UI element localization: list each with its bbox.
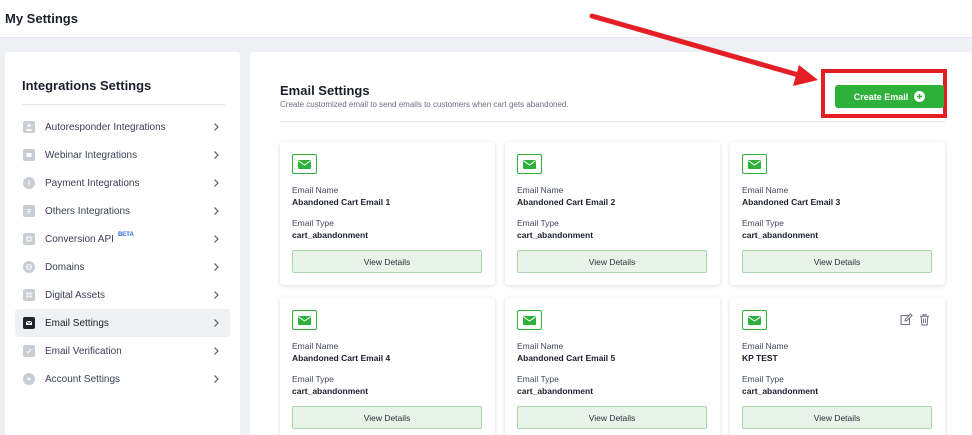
sidebar-item-email-verification[interactable]: Email Verification xyxy=(15,337,230,365)
view-details-button[interactable]: View Details xyxy=(292,250,482,273)
email-name-label: Email Name xyxy=(742,341,789,351)
sidebar-item-label: Email Settings xyxy=(45,317,109,329)
section-title: Email Settings xyxy=(280,83,370,98)
email-type-value: cart_abandonment xyxy=(292,386,369,396)
plus-circle-icon xyxy=(914,91,926,102)
email-card: Email Name Abandoned Cart Email 4 Email … xyxy=(280,298,495,435)
chevron-right-icon xyxy=(214,235,219,243)
email-name-label: Email Name xyxy=(517,341,564,351)
chevron-right-icon xyxy=(214,179,219,187)
view-details-button[interactable]: View Details xyxy=(742,250,932,273)
payment-icon xyxy=(23,177,35,189)
view-details-button[interactable]: View Details xyxy=(742,406,932,429)
view-details-button[interactable]: View Details xyxy=(292,406,482,429)
email-type-label: Email Type xyxy=(292,218,334,228)
sidebar-item-label: Autoresponder Integrations xyxy=(45,121,166,133)
email-card: Email Name KP TEST Email Type cart_aband… xyxy=(730,298,945,435)
chevron-right-icon xyxy=(214,347,219,355)
mail-icon xyxy=(742,154,767,174)
email-card: Email Name Abandoned Cart Email 1 Email … xyxy=(280,142,495,285)
verification-icon xyxy=(23,345,35,357)
email-card: Email Name Abandoned Cart Email 2 Email … xyxy=(505,142,720,285)
mail-icon xyxy=(517,154,542,174)
section-subtitle: Create customized email to send emails t… xyxy=(280,100,569,109)
chevron-right-icon xyxy=(214,291,219,299)
mail-icon xyxy=(517,310,542,330)
chevron-right-icon xyxy=(214,123,219,131)
webinar-icon xyxy=(23,149,35,161)
page-title: My Settings xyxy=(5,11,78,26)
email-type-label: Email Type xyxy=(742,218,784,228)
email-type-label: Email Type xyxy=(742,374,784,384)
email-name-label: Email Name xyxy=(517,185,564,195)
assets-icon xyxy=(23,289,35,301)
chevron-right-icon xyxy=(214,375,219,383)
email-type-value: cart_abandonment xyxy=(742,230,819,240)
email-card: Email Name Abandoned Cart Email 5 Email … xyxy=(505,298,720,435)
sidebar-menu: Autoresponder Integrations Webinar Integ… xyxy=(15,113,230,393)
sidebar-item-label: Account Settings xyxy=(45,373,121,385)
chevron-right-icon xyxy=(214,263,219,271)
sidebar-item-autoresponder[interactable]: Autoresponder Integrations xyxy=(15,113,230,141)
view-details-button[interactable]: View Details xyxy=(517,406,707,429)
sidebar-item-label: Digital Assets xyxy=(45,289,106,301)
mail-icon xyxy=(292,154,317,174)
sidebar-item-conversion-api[interactable]: Conversion API BETA xyxy=(15,225,230,253)
beta-badge: BETA xyxy=(117,232,134,238)
trash-icon[interactable] xyxy=(918,313,931,326)
create-email-label: Create Email xyxy=(853,91,909,102)
chevron-right-icon xyxy=(214,207,219,215)
email-type-value: cart_abandonment xyxy=(292,230,369,240)
sidebar-item-label: Others Integrations xyxy=(45,205,131,217)
email-type-label: Email Type xyxy=(517,218,559,228)
email-name-value: Abandoned Cart Email 3 xyxy=(742,197,841,207)
conversion-icon xyxy=(23,233,35,245)
email-type-label: Email Type xyxy=(292,374,334,384)
email-name-value: Abandoned Cart Email 2 xyxy=(517,197,616,207)
sidebar-item-email-settings[interactable]: Email Settings xyxy=(15,309,230,337)
top-bar: My Settings xyxy=(0,0,972,38)
mail-icon xyxy=(23,317,35,329)
email-name-label: Email Name xyxy=(742,185,789,195)
email-name-value: KP TEST xyxy=(742,353,778,363)
sidebar-item-domains[interactable]: Domains xyxy=(15,253,230,281)
sidebar-divider xyxy=(22,104,225,105)
person-icon xyxy=(23,121,35,133)
sidebar-item-account-settings[interactable]: Account Settings xyxy=(15,365,230,393)
mail-icon xyxy=(292,310,317,330)
sidebar-item-payment[interactable]: Payment Integrations xyxy=(15,169,230,197)
sidebar-item-digital-assets[interactable]: Digital Assets xyxy=(15,281,230,309)
create-email-button[interactable]: Create Email xyxy=(835,85,944,108)
gear-icon xyxy=(23,373,35,385)
sidebar-item-label: Domains xyxy=(45,261,85,273)
email-type-label: Email Type xyxy=(517,374,559,384)
email-settings-panel: Email Settings Create customized email t… xyxy=(250,52,972,435)
view-details-button[interactable]: View Details xyxy=(517,250,707,273)
email-name-label: Email Name xyxy=(292,185,339,195)
sidebar-item-webinar[interactable]: Webinar Integrations xyxy=(15,141,230,169)
email-card: Email Name Abandoned Cart Email 3 Email … xyxy=(730,142,945,285)
email-type-value: cart_abandonment xyxy=(517,230,594,240)
email-name-value: Abandoned Cart Email 4 xyxy=(292,353,391,363)
email-name-value: Abandoned Cart Email 5 xyxy=(517,353,616,363)
sidebar-item-others[interactable]: Others Integrations xyxy=(15,197,230,225)
globe-icon xyxy=(23,261,35,273)
email-type-value: cart_abandonment xyxy=(517,386,594,396)
sidebar-item-label: Payment Integrations xyxy=(45,177,140,189)
sidebar-heading: Integrations Settings xyxy=(22,78,152,93)
section-divider xyxy=(280,121,945,122)
email-name-value: Abandoned Cart Email 1 xyxy=(292,197,391,207)
document-icon xyxy=(23,205,35,217)
integrations-sidebar: Integrations Settings Autoresponder Inte… xyxy=(5,52,240,435)
email-name-label: Email Name xyxy=(292,341,339,351)
chevron-right-icon xyxy=(214,319,219,327)
sidebar-item-label: Webinar Integrations xyxy=(45,149,138,161)
sidebar-item-label: Email Verification xyxy=(45,345,122,357)
edit-icon[interactable] xyxy=(900,313,913,326)
email-type-value: cart_abandonment xyxy=(742,386,819,396)
sidebar-item-label: Conversion API xyxy=(45,233,114,245)
chevron-right-icon xyxy=(214,151,219,159)
mail-icon xyxy=(742,310,767,330)
